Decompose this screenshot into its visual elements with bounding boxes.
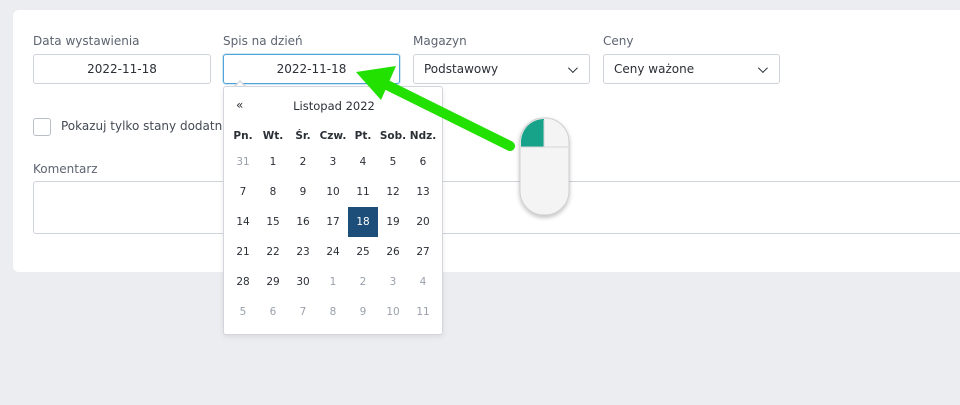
mouse-icon	[519, 117, 570, 216]
green-arrow-icon	[356, 66, 515, 151]
annotation-overlay	[356, 66, 570, 216]
